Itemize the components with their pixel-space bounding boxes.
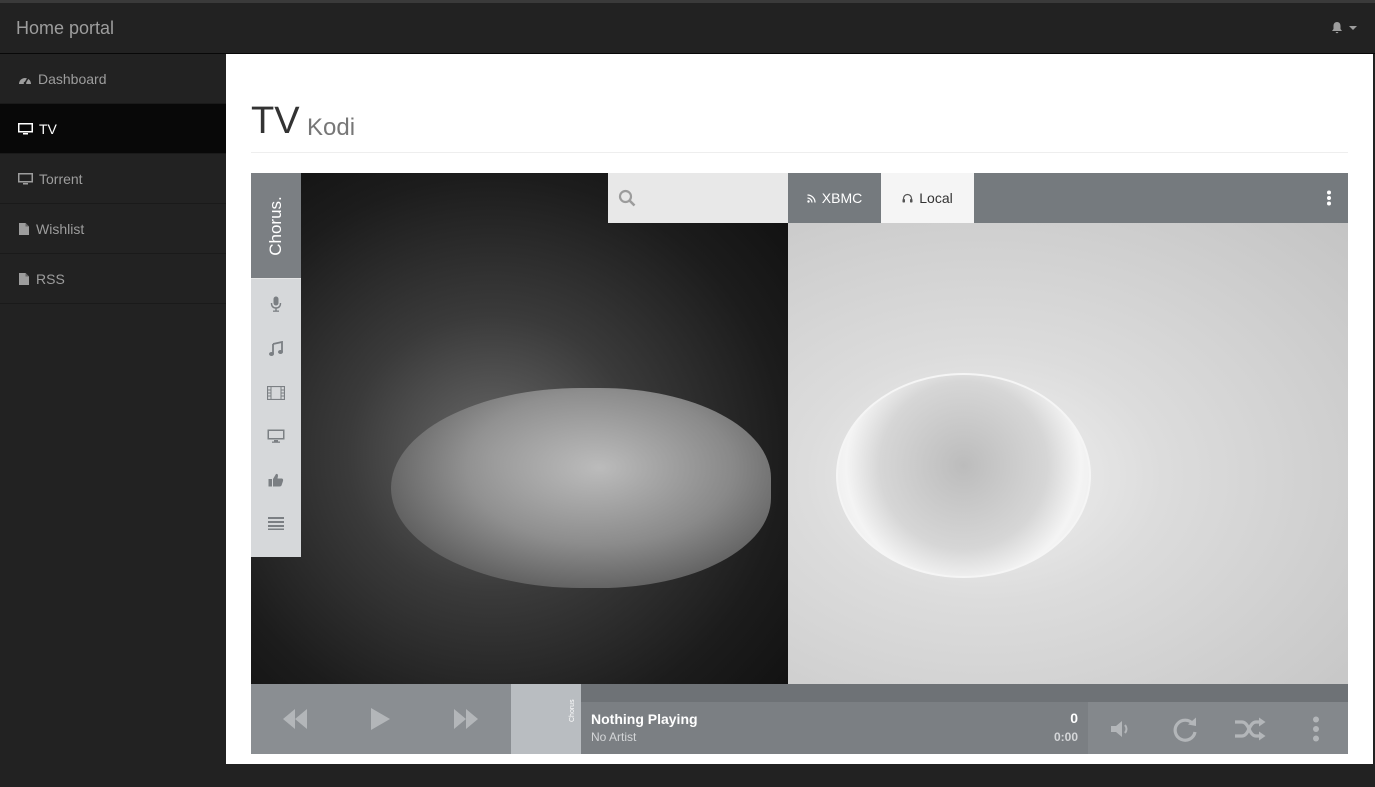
transport-controls (251, 684, 511, 754)
list-icon[interactable] (265, 512, 287, 534)
search-input[interactable] (642, 183, 772, 213)
earbud-image (391, 388, 771, 588)
microphone-icon[interactable] (265, 293, 287, 315)
now-playing-artist: No Artist (591, 730, 637, 744)
film-icon[interactable] (265, 382, 287, 404)
footer-strip (226, 764, 1375, 787)
music-note-icon[interactable] (265, 338, 287, 360)
player-menu-button[interactable] (1310, 714, 1322, 744)
sidebar-item-rss[interactable]: RSS (0, 254, 226, 304)
more-options-icon[interactable] (1326, 190, 1332, 206)
repeat-button[interactable] (1170, 714, 1200, 744)
earbud-image (836, 373, 1091, 578)
tab-local[interactable]: Local (881, 173, 974, 223)
sidebar-item-label: Wishlist (36, 220, 85, 237)
fast-forward-button[interactable] (446, 704, 486, 734)
headphones-icon (902, 193, 913, 203)
monitor-icon (18, 172, 33, 184)
player-options (1088, 702, 1348, 754)
sidebar-item-dashboard[interactable]: Dashboard (0, 54, 226, 104)
page-subtitle: Kodi (307, 114, 356, 141)
thumbnail-label: Chorus (569, 699, 576, 722)
kodi-nav-menu (251, 278, 301, 557)
album-art-thumbnail[interactable]: Chorus (511, 684, 581, 754)
player-bar: Chorus Nothing Playing No Artist 0 0:00 (251, 684, 1348, 754)
more-options-icon (1313, 716, 1319, 742)
dashboard-icon (19, 77, 31, 84)
progress-bar[interactable] (581, 684, 1348, 702)
playlist-count: 0 (1070, 710, 1078, 726)
thumbs-up-icon[interactable] (265, 469, 287, 491)
document-icon (19, 272, 29, 285)
search-bar (608, 173, 788, 223)
tab-label: XBMC (821, 190, 863, 206)
shuffle-button[interactable] (1233, 714, 1267, 744)
monitor-icon (18, 122, 33, 134)
tab-label: Local (919, 190, 953, 206)
bell-icon (1332, 22, 1342, 34)
sidebar: Dashboard TV Torrent Wishlist RSS (0, 54, 226, 787)
rss-icon (807, 193, 816, 203)
elapsed-time: 0:00 (1053, 730, 1078, 744)
sidebar-item-wishlist[interactable]: Wishlist (0, 204, 226, 254)
sidebar-item-tv[interactable]: TV (0, 104, 226, 154)
shuffle-icon (1235, 717, 1266, 741)
sidebar-item-label: RSS (36, 270, 65, 287)
kodi-top-bar: XBMC Local (788, 173, 1348, 223)
sidebar-item-label: Dashboard (38, 70, 107, 87)
tv-icon[interactable] (265, 425, 287, 447)
rewind-button[interactable] (275, 704, 315, 734)
top-navbar: Home portal (0, 0, 1375, 54)
notifications-dropdown[interactable] (1330, 21, 1357, 35)
sidebar-item-label: TV (39, 120, 57, 137)
brand-title[interactable]: Home portal (16, 18, 114, 39)
chevron-down-icon (1349, 26, 1357, 30)
chorus-logo-bar[interactable]: Chorus. (251, 173, 301, 278)
search-icon (618, 189, 636, 207)
page-title: TV (251, 100, 300, 142)
volume-icon (1111, 721, 1128, 737)
sidebar-item-label: Torrent (39, 170, 83, 187)
volume-button[interactable] (1108, 714, 1134, 744)
rewind-icon (283, 709, 307, 729)
page-header: TV Kodi (251, 100, 1348, 153)
document-icon (19, 222, 29, 235)
kodi-web-interface: Chorus. XBMC Local Chorus Nothing Playin… (251, 173, 1348, 754)
now-playing-title: Nothing Playing (591, 711, 698, 727)
play-icon (371, 708, 390, 730)
sidebar-item-torrent[interactable]: Torrent (0, 154, 226, 204)
repeat-icon (1173, 717, 1197, 742)
main-content: TV Kodi Chorus. XBMC Local Chorus Nothin… (226, 54, 1373, 764)
play-button[interactable] (360, 704, 400, 734)
tab-xbmc[interactable]: XBMC (788, 173, 881, 223)
fast-forward-icon (454, 709, 478, 729)
chorus-logo: Chorus. (266, 195, 285, 256)
